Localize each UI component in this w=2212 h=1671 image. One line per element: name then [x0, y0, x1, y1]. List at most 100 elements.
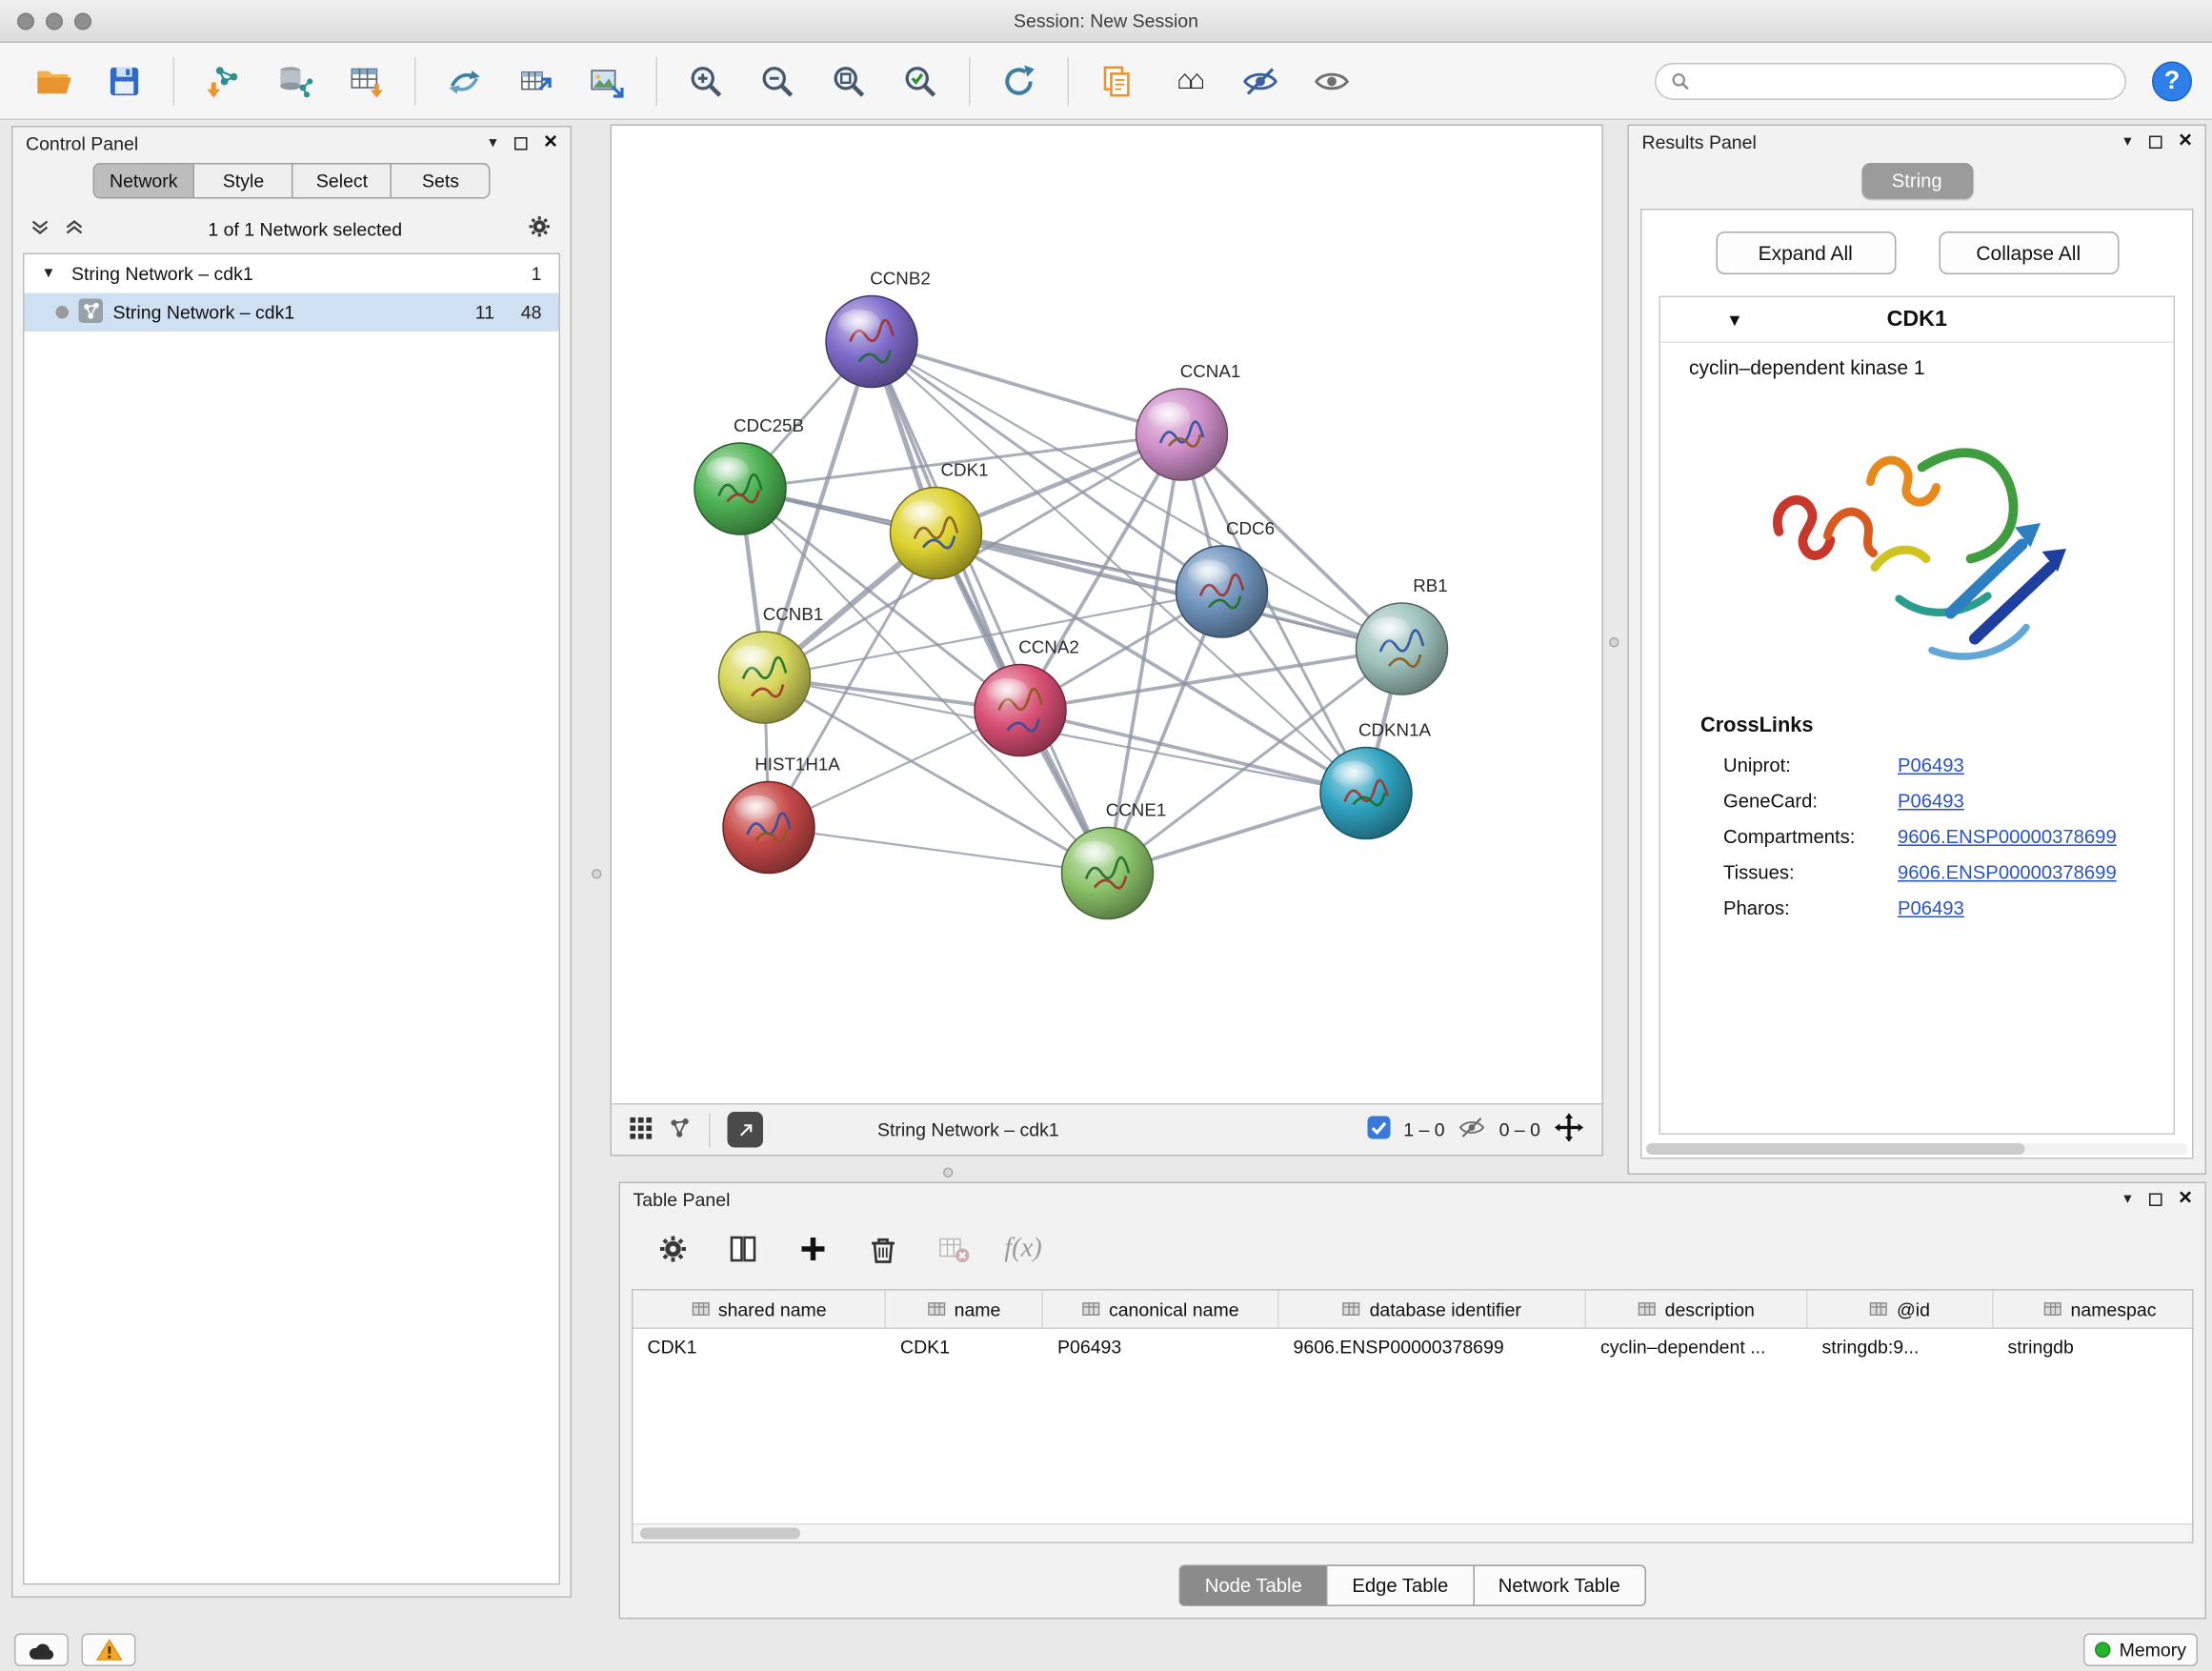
import-network-file-button[interactable] — [191, 50, 256, 111]
panel-float-icon[interactable] — [2148, 135, 2162, 149]
apply-layout-button[interactable] — [986, 50, 1052, 111]
select-columns-button[interactable] — [722, 1228, 765, 1271]
network-edge[interactable] — [769, 828, 1108, 874]
panel-menu-icon[interactable]: ▾ — [2123, 133, 2131, 150]
network-node-CDK1[interactable] — [891, 488, 982, 579]
hidden-elements-eye-icon[interactable] — [1458, 1117, 1486, 1144]
network-node-CDC6[interactable] — [1176, 546, 1268, 637]
tab-style[interactable]: Style — [193, 163, 293, 199]
selected-nodes-checkbox-icon[interactable] — [1368, 1117, 1391, 1144]
expand-all-networks-icon[interactable] — [30, 216, 50, 241]
network-collection-row[interactable]: ▼ String Network – cdk1 1 — [25, 254, 559, 293]
network-canvas-svg[interactable]: CCNB2CCNA1CDC25BCDK1CDC6RB1CCNB1CCNA2CDK… — [612, 126, 1602, 1103]
tab-node-table[interactable]: Node Table — [1179, 1565, 1328, 1607]
tree-expander-icon[interactable]: ▼ — [42, 266, 62, 282]
tab-sets[interactable]: Sets — [391, 163, 491, 199]
zoom-window-button[interactable] — [74, 12, 91, 30]
eye-button[interactable] — [1299, 50, 1365, 111]
panel-close-icon[interactable]: × — [544, 131, 557, 154]
column-header-database-identifier[interactable]: database identifier — [1279, 1291, 1587, 1328]
open-session-button[interactable] — [20, 50, 86, 111]
collapse-all-networks-icon[interactable] — [65, 216, 85, 241]
panel-menu-icon[interactable]: ▾ — [489, 135, 496, 151]
crosslink-link[interactable]: 9606.ENSP00000378699 — [1898, 862, 2117, 884]
crosslink-link[interactable]: P06493 — [1898, 897, 1964, 919]
copy-document-button[interactable] — [1085, 50, 1151, 111]
crosslink-link[interactable]: 9606.ENSP00000378699 — [1898, 826, 2117, 848]
panel-menu-icon[interactable]: ▾ — [2123, 1191, 2131, 1207]
network-edge[interactable] — [872, 342, 1182, 435]
splitter-handle[interactable] — [592, 869, 602, 879]
search-input[interactable] — [1700, 70, 2111, 92]
help-button[interactable]: ? — [2152, 61, 2192, 101]
network-canvas[interactable]: CCNB2CCNA1CDC25BCDK1CDC6RB1CCNB1CCNA2CDK… — [612, 126, 1602, 1103]
network-row[interactable]: String Network – cdk1 11 48 — [25, 293, 559, 332]
network-node-CCNB2[interactable] — [826, 296, 917, 388]
save-session-button[interactable] — [91, 50, 157, 111]
close-window-button[interactable] — [17, 12, 34, 30]
zoom-fit-button[interactable] — [816, 50, 882, 111]
column-header-shared-name[interactable]: shared name — [633, 1291, 887, 1328]
birdseye-view-button[interactable] — [668, 1116, 693, 1144]
network-node-CDC25B[interactable] — [694, 443, 786, 534]
network-node-CCNB1[interactable] — [719, 632, 811, 723]
grid-mode-button[interactable] — [629, 1116, 654, 1144]
add-column-button[interactable] — [792, 1228, 835, 1271]
panel-float-icon[interactable] — [2148, 1193, 2162, 1206]
eye-off-button[interactable] — [1228, 50, 1294, 111]
splitter-handle[interactable] — [943, 1168, 954, 1178]
expand-all-button[interactable]: Expand All — [1716, 232, 1896, 274]
warnings-button[interactable] — [82, 1634, 136, 1667]
column-header-name[interactable]: name — [886, 1291, 1043, 1328]
minimize-window-button[interactable] — [46, 12, 63, 30]
export-table-button[interactable] — [503, 50, 569, 111]
tab-edge-table[interactable]: Edge Table — [1326, 1565, 1474, 1607]
column-header-canonical-name[interactable]: canonical name — [1043, 1291, 1279, 1328]
results-scrollbar[interactable] — [1646, 1143, 2188, 1155]
network-options-gear-button[interactable] — [526, 213, 553, 245]
delete-column-button[interactable] — [862, 1228, 905, 1271]
splitter-handle[interactable] — [1609, 637, 1619, 648]
import-network-database-button[interactable] — [262, 50, 328, 111]
zoom-out-button[interactable] — [745, 50, 811, 111]
home-button[interactable]: ⌂⌂ — [1156, 50, 1222, 111]
annotation-mode-button[interactable] — [728, 1112, 764, 1148]
collapse-all-button[interactable]: Collapse All — [1939, 232, 2119, 274]
crosslink-link[interactable]: P06493 — [1898, 791, 1964, 813]
import-table-file-button[interactable] — [333, 50, 399, 111]
cloud-status-button[interactable] — [14, 1634, 69, 1667]
tab-network[interactable]: Network — [92, 163, 195, 199]
crosslink-link[interactable]: P06493 — [1898, 755, 1964, 776]
clear-table-button[interactable] — [932, 1228, 975, 1271]
gene-section-header[interactable]: ▼ CDK1 — [1660, 297, 2174, 343]
network-node-RB1[interactable] — [1357, 603, 1448, 695]
column-header-description[interactable]: description — [1586, 1291, 1808, 1328]
table-horizontal-scrollbar[interactable] — [633, 1523, 2193, 1542]
memory-button[interactable]: Memory — [2083, 1634, 2198, 1667]
network-node-CDKN1A[interactable] — [1320, 748, 1412, 839]
panel-close-icon[interactable]: × — [2179, 131, 2192, 153]
search-box[interactable] — [1655, 62, 2126, 99]
tab-network-table[interactable]: Network Table — [1473, 1565, 1646, 1607]
network-edges[interactable] — [740, 342, 1402, 874]
table-row[interactable]: CDK1 CDK1 P06493 9606.ENSP00000378699 cy… — [633, 1329, 2193, 1365]
move-tool-button[interactable] — [1554, 1112, 1585, 1148]
network-edge[interactable] — [872, 342, 1108, 874]
zoom-selected-button[interactable] — [888, 50, 954, 111]
new-network-from-selection-button[interactable] — [432, 50, 497, 111]
function-builder-button[interactable]: f(x) — [1002, 1228, 1045, 1271]
network-node-HIST1H1A[interactable] — [723, 782, 814, 874]
table-settings-gear-button[interactable] — [652, 1228, 694, 1271]
zoom-in-button[interactable] — [674, 50, 739, 111]
gene-expander-icon[interactable]: ▼ — [1726, 310, 1743, 330]
column-header-namespace[interactable]: namespac — [1994, 1291, 2194, 1328]
tab-select[interactable]: Select — [292, 163, 392, 199]
panel-close-icon[interactable]: × — [2179, 1188, 2192, 1211]
results-scrollbar-thumb[interactable] — [1646, 1143, 2025, 1155]
tab-string[interactable]: String — [1861, 163, 1973, 199]
network-node-CCNA1[interactable] — [1136, 389, 1228, 480]
network-node-CCNA2[interactable] — [975, 665, 1066, 756]
network-node-CCNE1[interactable] — [1062, 828, 1154, 919]
table-scrollbar-thumb[interactable] — [640, 1528, 800, 1540]
column-header-id[interactable]: @id — [1808, 1291, 1994, 1328]
